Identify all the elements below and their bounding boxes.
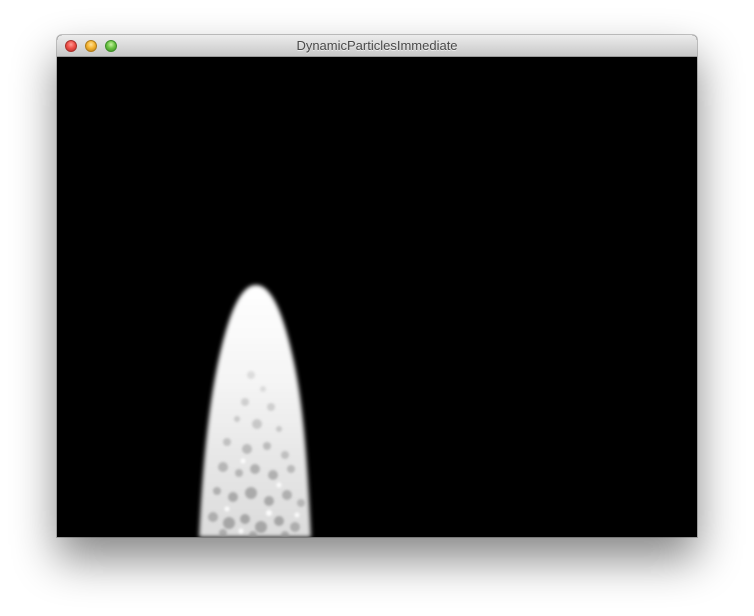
particle-canvas bbox=[199, 285, 311, 537]
render-viewport[interactable] bbox=[57, 57, 697, 537]
window-title: DynamicParticlesImmediate bbox=[296, 38, 458, 53]
title-bar[interactable]: DynamicParticlesImmediate bbox=[57, 35, 697, 57]
particle-plume bbox=[199, 285, 311, 537]
app-window: DynamicParticlesImmediate bbox=[57, 35, 697, 537]
